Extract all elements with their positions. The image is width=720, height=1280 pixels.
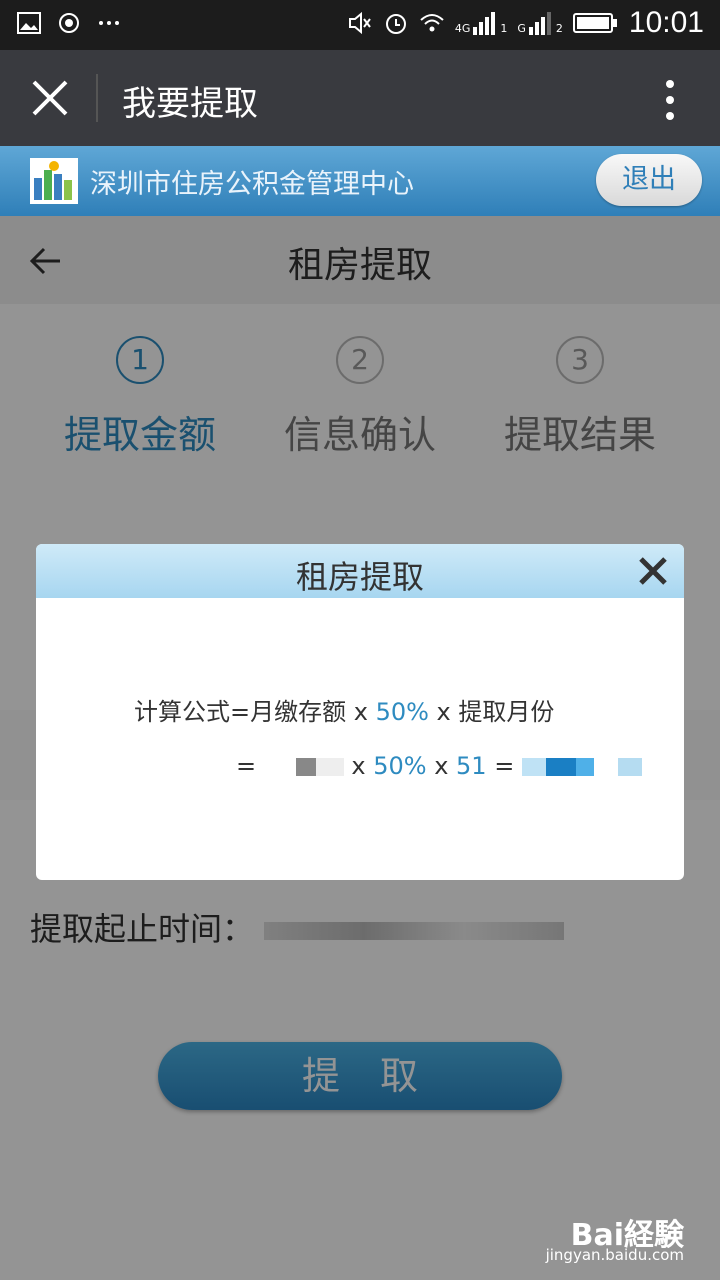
- close-icon[interactable]: [636, 554, 670, 588]
- formula-dialog: 租房提取 计算公式=月缴存额 x 50% x 提取月份 = x 50% x 51…: [36, 544, 684, 880]
- redacted-value: [521, 758, 642, 776]
- more-vertical-icon[interactable]: [660, 78, 680, 122]
- org-name: 深圳市住房公积金管理中心: [90, 169, 414, 200]
- calc-months: 51: [456, 752, 487, 780]
- image-icon: [17, 12, 41, 34]
- formula-prefix: 计算公式=月缴存额: [134, 698, 347, 726]
- signal-2: G 2: [517, 11, 563, 35]
- wifi-icon: [420, 14, 444, 32]
- calc-times: x: [343, 752, 374, 780]
- signal-bars-icon: [473, 12, 496, 35]
- signal-bars-icon: [528, 12, 551, 35]
- page-title: 我要提取: [122, 84, 258, 124]
- status-right-icons: 4G 1 G 2 10:01: [347, 6, 704, 40]
- formula-times: x: [428, 698, 459, 726]
- battery-icon: [572, 13, 617, 33]
- exit-button[interactable]: 退出: [596, 154, 702, 206]
- divider: [96, 74, 98, 122]
- calculation-line: = x 50% x 51 =: [236, 752, 642, 780]
- mute-icon: [348, 11, 371, 35]
- org-logo-icon: [30, 158, 78, 204]
- calc-equals: =: [486, 752, 522, 780]
- signal-1: 4G 1: [454, 11, 508, 35]
- calc-equals: =: [236, 752, 257, 780]
- more-dots-icon: [99, 21, 119, 25]
- sim2-label: 2: [555, 22, 563, 35]
- status-bar: 4G 1 G 2 10:01: [0, 0, 720, 50]
- formula-times: x: [346, 698, 376, 726]
- close-icon[interactable]: [26, 74, 74, 122]
- watermark-url: jingyan.baidu.com: [545, 1246, 684, 1264]
- sim1-label: 1: [500, 22, 508, 35]
- formula-line: 计算公式=月缴存额 x 50% x 提取月份: [134, 692, 554, 727]
- status-left-icons: [16, 10, 122, 36]
- dialog-header: 租房提取: [36, 544, 684, 598]
- network-type-label-2: G: [517, 22, 526, 35]
- calc-times: x: [426, 752, 457, 780]
- formula-percent: 50%: [375, 698, 429, 726]
- calc-percent: 50%: [373, 752, 427, 780]
- clock: 10:01: [628, 6, 704, 39]
- dialog-title: 租房提取: [295, 558, 424, 596]
- redacted-value: [263, 758, 344, 776]
- org-banner: 深圳市住房公积金管理中心 退出: [0, 146, 720, 216]
- navbar: 我要提取: [0, 50, 720, 146]
- alarm-icon: [385, 14, 406, 34]
- network-type-label: 4G: [454, 22, 471, 35]
- record-icon: [59, 13, 79, 33]
- formula-suffix: 提取月份: [458, 698, 555, 726]
